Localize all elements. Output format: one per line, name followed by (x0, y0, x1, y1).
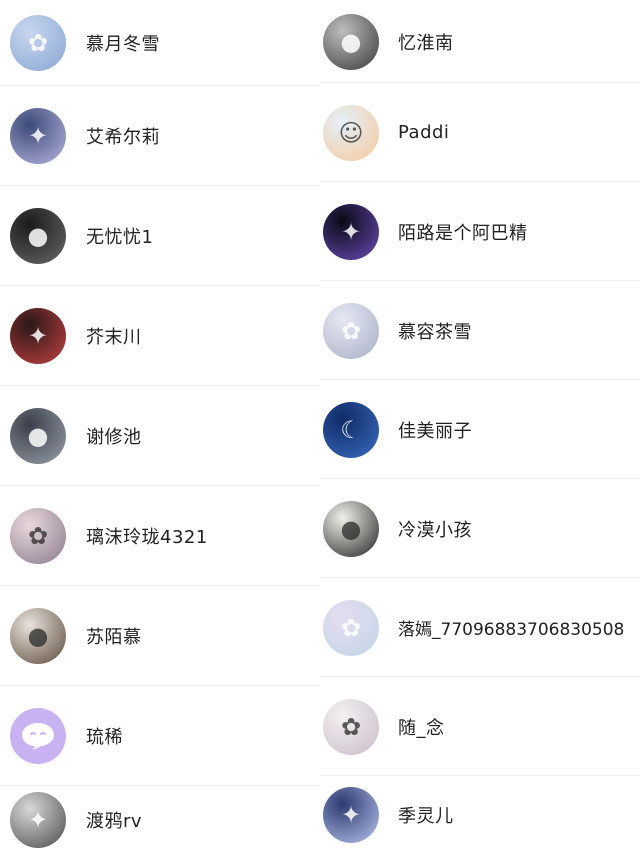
user-name: 落嫣_77096883706830508 (398, 620, 625, 640)
user-name: 冷漠小孩 (398, 519, 472, 541)
avatar[interactable]: ✿ (323, 698, 379, 755)
user-list-item[interactable]: ● 无忧忧1 (0, 186, 320, 286)
avatar[interactable]: ● (10, 608, 66, 664)
user-list-item[interactable]: ● 苏陌慕 (0, 586, 320, 686)
avatar[interactable]: ✦ (323, 786, 379, 843)
anime-girl-stars-avatar-icon: ✦ (340, 800, 362, 829)
user-name: 无忧忧1 (86, 227, 154, 248)
user-name: 渡鸦rv (86, 810, 143, 832)
avatar[interactable]: ● (323, 13, 379, 70)
user-name: 苏陌慕 (86, 627, 142, 648)
anime-boy-red-avatar-icon: ✦ (27, 322, 49, 350)
user-list-item[interactable]: ✿ 随_念 (320, 677, 640, 776)
user-list-right-column: ● 忆淮南 ☺ Paddi ✦ 陌路是个阿巴精 ✿ 慕容茶雪 ☾ 佳美丽子 ● … (320, 0, 640, 853)
user-list-item[interactable]: ☺ Paddi (320, 83, 640, 182)
girl-portrait-avatar-icon: ● (27, 622, 49, 650)
anime-boy-gray-avatar-icon: ✦ (27, 805, 49, 834)
dark-glow-avatar-icon: ✦ (340, 217, 362, 246)
user-list-item[interactable]: ✦ 渡鸦rv (0, 786, 320, 853)
user-name: 艾希尔莉 (86, 127, 160, 148)
user-list-item[interactable]: ✿ 璃沫玲珑4321 (0, 486, 320, 586)
avatar[interactable]: ✿ (10, 508, 66, 564)
user-list-item[interactable]: ✿ 落嫣_77096883706830508 (320, 578, 640, 677)
user-name: 随_念 (398, 717, 445, 739)
avatar[interactable]: ● (323, 500, 379, 557)
user-name: 季灵儿 (398, 805, 454, 827)
cartoon-face-avatar-icon: ☺ (338, 118, 364, 147)
user-name: 琉稀 (86, 727, 123, 748)
user-list-item[interactable]: ● 谢修池 (0, 386, 320, 486)
avatar[interactable]: ✿ (323, 599, 379, 656)
user-list-item[interactable]: ● 冷漠小孩 (320, 479, 640, 578)
dark-portrait-avatar-icon: ● (27, 222, 49, 250)
user-list-item[interactable]: ✦ 季灵儿 (320, 776, 640, 853)
user-name: 谢修池 (86, 427, 142, 448)
user-list-left-column: ✿ 慕月冬雪 ✦ 艾希尔莉 ● 无忧忧1 ✦ 芥末川 ● 谢修池 ✿ 璃沫玲珑4… (0, 0, 320, 853)
chat-bubble-avatar-icon (22, 723, 54, 750)
user-list-item[interactable]: ✿ 慕容茶雪 (320, 281, 640, 380)
user-name: 璃沫玲珑4321 (86, 527, 208, 548)
user-name: 忆淮南 (398, 32, 454, 54)
anime-girl-blue-avatar-icon: ✿ (27, 29, 49, 57)
anime-girl-white-avatar-icon: ✿ (340, 316, 362, 345)
user-list-item[interactable]: ✦ 芥末川 (0, 286, 320, 386)
night-sky-avatar-icon: ☾ (340, 415, 362, 444)
mirror-selfie-avatar-icon: ● (340, 27, 362, 56)
user-list-item[interactable]: ● 忆淮南 (320, 0, 640, 83)
boy-portrait-avatar-icon: ● (340, 514, 362, 543)
anime-girl-silver-avatar-icon: ✦ (27, 122, 49, 150)
avatar[interactable]: ✦ (10, 308, 66, 364)
user-name: 芥末川 (86, 327, 142, 348)
avatar[interactable]: ✦ (10, 108, 66, 164)
user-list-item[interactable]: ✦ 陌路是个阿巴精 (320, 182, 640, 281)
avatar[interactable]: ✿ (10, 15, 66, 71)
selfie-dark-avatar-icon: ● (27, 422, 49, 450)
user-name: 慕容茶雪 (398, 321, 472, 343)
user-name: 陌路是个阿巴精 (398, 222, 528, 244)
avatar[interactable]: ✦ (323, 203, 379, 260)
avatar[interactable]: ✿ (323, 302, 379, 359)
avatar[interactable]: ✦ (10, 791, 66, 848)
avatar[interactable]: ☺ (323, 104, 379, 161)
user-list-item[interactable]: ✿ 慕月冬雪 (0, 0, 320, 86)
user-list-item[interactable]: 琉稀 (0, 686, 320, 786)
user-name: Paddi (398, 122, 450, 143)
avatar[interactable]: ● (10, 208, 66, 264)
avatar[interactable]: ☾ (323, 401, 379, 458)
anime-girl-pastel-avatar-icon: ✿ (340, 613, 362, 642)
avatar[interactable]: ● (10, 408, 66, 464)
avatar[interactable] (10, 708, 66, 764)
user-list-item[interactable]: ✦ 艾希尔莉 (0, 86, 320, 186)
user-name: 慕月冬雪 (86, 34, 160, 55)
anime-girl-light-avatar-icon: ✿ (340, 712, 362, 741)
anime-girl-flowers-avatar-icon: ✿ (27, 522, 49, 550)
user-list-item[interactable]: ☾ 佳美丽子 (320, 380, 640, 479)
user-name: 佳美丽子 (398, 420, 472, 442)
